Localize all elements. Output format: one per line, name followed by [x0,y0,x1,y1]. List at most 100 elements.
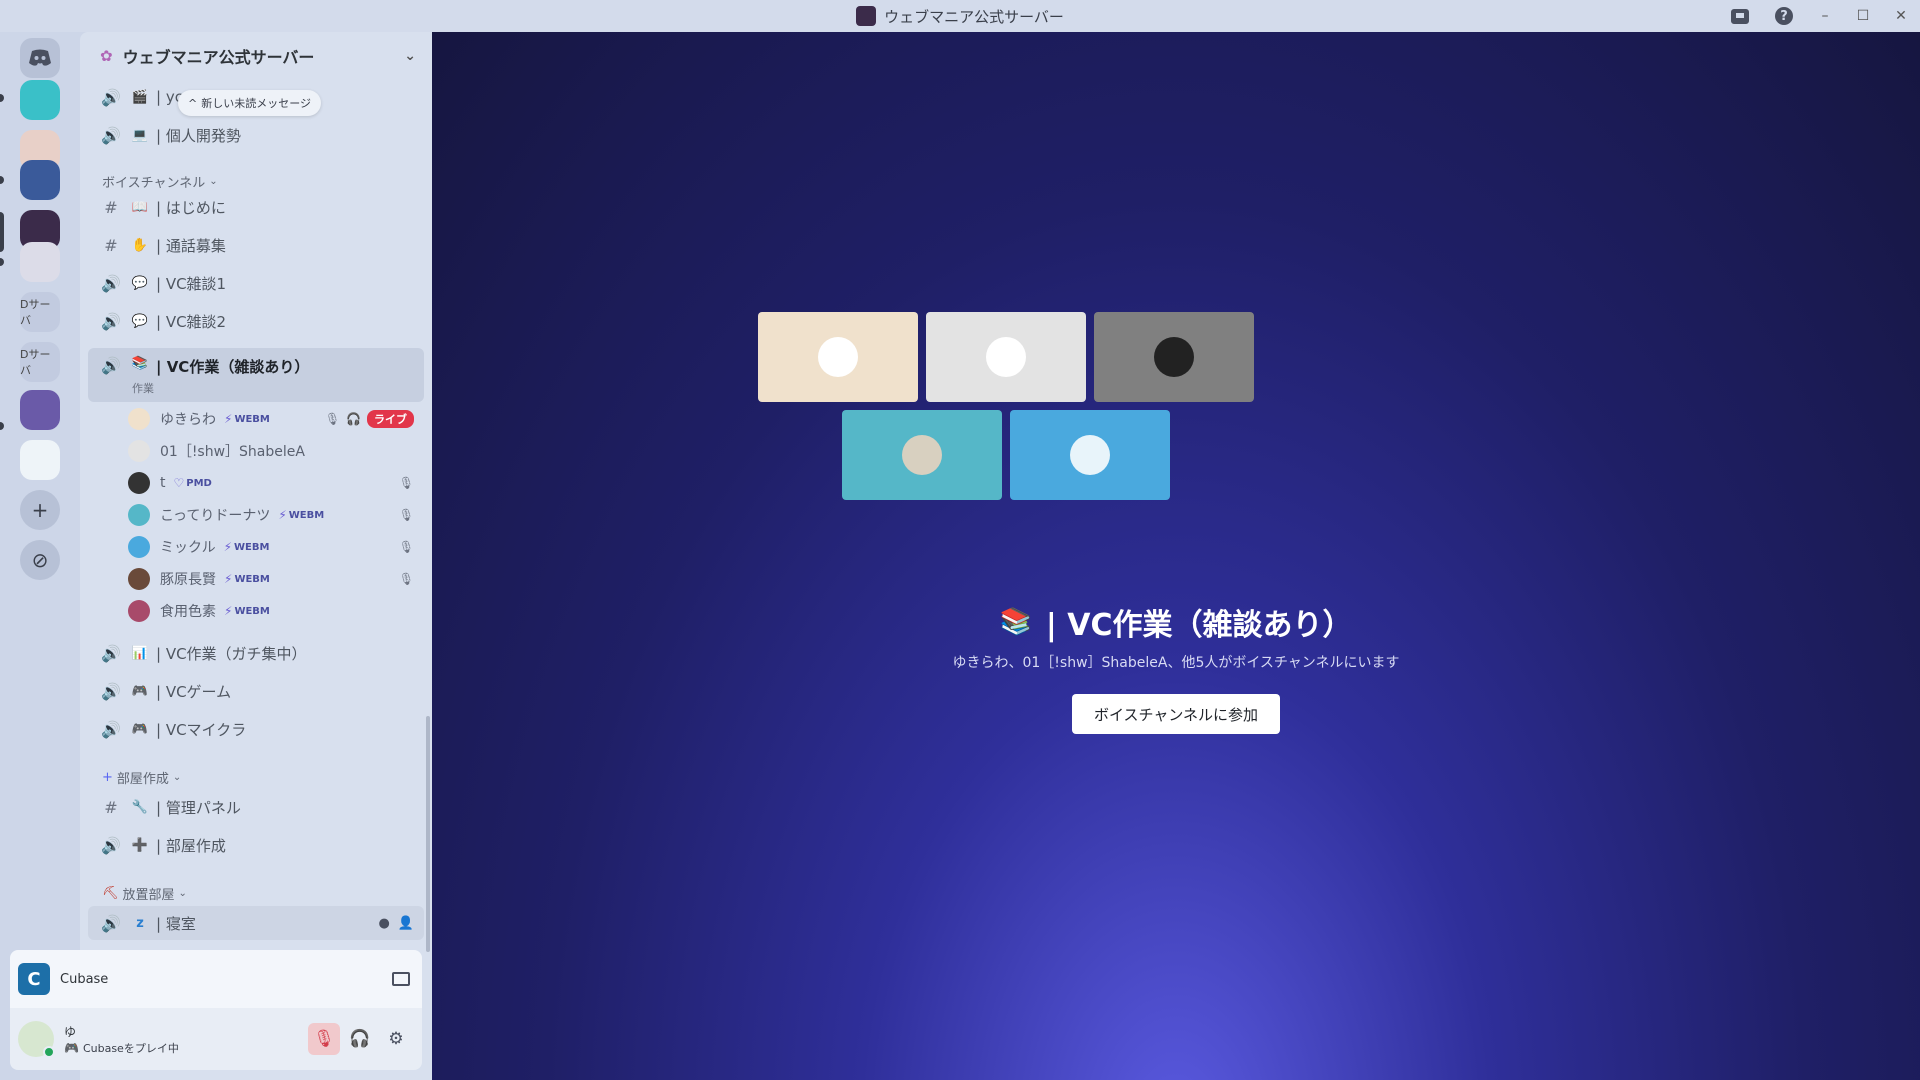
channel-item-active[interactable]: 🔊 📚 | VC作業（雑談あり） 作業 [88,348,424,402]
participant-tile[interactable] [842,410,1002,500]
server-icon-text-2[interactable]: Dサーバ [20,342,60,382]
member-name: 豚原長賢 [160,572,216,588]
headphones-button[interactable]: 🎧 [344,1023,376,1055]
member-name: 食用色素 [160,604,216,620]
voice-member[interactable]: t ♡ PMD 🎙 [128,470,424,496]
mic-muted-icon: 🎙 [324,412,341,426]
channel-name: | 部屋作成 [156,836,226,855]
channel-item[interactable]: 🔊 💬 | VC雑談1 [88,266,424,300]
title-bar: ウェブマニア公式サーバー ? – ☐ ✕ [0,0,1920,32]
avatar[interactable] [18,1021,55,1058]
member-badge: ♡ PMD [174,476,212,490]
window-title-text: ウェブマニア公式サーバー [884,7,1064,26]
channel-item[interactable]: 🔊 🎮 | VCマイクラ [88,712,424,746]
channel-item[interactable]: 🔊 💻 | 個人開発勢 [88,118,424,152]
unread-indicator [0,176,4,184]
voice-channel-icon: 🔊 [101,311,121,331]
discord-home-icon[interactable] [20,38,60,78]
gamepad-icon: 🎮 [64,1040,79,1055]
server-icon-text-label: Dサーバ [20,298,51,327]
channel-item[interactable]: 🔊 📊 | VC作業（ガチ集中） [88,636,424,670]
voice-member[interactable]: 食用色素 ⚡ WEBM [128,598,424,624]
server-icon-1[interactable] [20,80,60,120]
settings-gear-icon[interactable]: ⚙ [380,1023,412,1055]
channel-scrollbar[interactable] [426,716,430,952]
avatar [1070,435,1110,475]
channel-emoji: 🎬 [131,89,149,105]
channel-item[interactable]: 🔊 💬 | VC雑談2 [88,304,424,338]
channel-emoji: 💻 [131,127,149,143]
inbox-icon[interactable] [1718,0,1762,32]
add-server-icon[interactable]: + [20,490,60,530]
channel-item[interactable]: # 📖 | はじめに [88,190,424,224]
close-button[interactable]: ✕ [1882,0,1920,32]
member-name: ミックル [160,540,216,556]
voice-member[interactable]: 豚原長賢 ⚡ WEBM 🎙 [128,566,424,592]
channel-name: | VCゲーム [156,682,232,701]
server-icon-7[interactable] [20,440,60,480]
invite-member-icon[interactable]: 👤 [398,916,414,931]
server-icon-6[interactable] [20,390,60,430]
server-header[interactable]: ✿ ウェブマニア公式サーバー ⌄ [80,32,432,80]
screen-share-icon[interactable] [392,972,410,986]
unread-indicator [0,94,4,102]
category-rooms[interactable]: + 部屋作成 ⌄ [102,768,181,787]
channel-topic: 作業 [132,382,154,395]
voice-member[interactable]: ゆきらわ ⚡ WEBM 🎙 🎧 ライブ [128,406,424,432]
minimize-button[interactable]: – [1806,0,1844,32]
voice-member[interactable]: こってりドーナツ ⚡ WEBM 🎙 [128,502,424,528]
avatar [1154,337,1194,377]
channel-item[interactable]: 🔊 ➕ | 部屋作成 [88,828,424,862]
channel-item[interactable]: 🔊 z | 寝室 ● 👤 [88,906,424,940]
channel-emoji: 📚 [999,607,1032,637]
channel-item[interactable]: # ✋ | 通話募集 [88,228,424,262]
voice-stage: 📚 | VC作業（雑談あり） ゆきらわ、01［!shw］ShabeleA、他5人… [432,32,1920,1080]
help-icon[interactable]: ? [1762,0,1806,32]
user-panel: ゆ 🎮 Cubaseをプレイ中 🎙 🎧 ⚙ [10,1008,422,1070]
online-status-dot [43,1046,55,1058]
member-name: こってりドーナツ [160,508,271,524]
pickaxe-icon: ⛏ [102,886,119,901]
maximize-button[interactable]: ☐ [1844,0,1882,32]
text-channel-icon: # [104,235,118,255]
deafened-icon: 🎧 [346,412,361,426]
member-status-icons: 🎙 [399,540,414,554]
server-icon-5[interactable] [20,242,60,282]
chat-bubble-icon[interactable]: ● [378,916,389,931]
unread-indicator [0,258,4,266]
channel-emoji: 💬 [131,275,149,291]
channel-item[interactable]: # 🔧 | 管理パネル [88,790,424,824]
activity-name: Cubase [60,971,109,987]
new-unread-messages-pill[interactable]: ^ 新しい未読メッセージ [178,90,321,116]
chevron-down-icon: ⌄ [172,772,182,783]
bolt-icon: ⚡ [224,572,233,586]
participant-tile[interactable] [758,312,918,402]
mic-muted-icon: 🎙 [398,476,414,490]
server-icon-3[interactable] [20,160,60,200]
avatar [128,504,150,526]
category-voice-label: ボイスチャンネル [102,176,206,191]
participant-tile[interactable] [1010,410,1170,500]
participant-tile[interactable] [926,312,1086,402]
category-afk[interactable]: ⛏ 放置部屋 ⌄ [102,884,187,903]
voice-member[interactable]: ミックル ⚡ WEBM 🎙 [128,534,424,560]
member-badge: ⚡ WEBM [224,540,270,554]
discover-icon[interactable]: ⊘ [20,540,60,580]
join-voice-button[interactable]: ボイスチャンネルに参加 [1072,694,1280,734]
channel-item[interactable]: 🔊 🎮 | VCゲーム [88,674,424,708]
avatar [128,568,150,590]
voice-channel-icon: 🔊 [101,87,121,107]
avatar [128,472,150,494]
participant-tile[interactable] [1094,312,1254,402]
member-name: ゆきらわ [160,412,216,428]
member-badge: ⚡ WEBM [224,412,270,426]
voice-channel-title: 📚 | VC作業（雑談あり） [432,600,1920,644]
member-status-icons: 🎙 [399,476,414,490]
bolt-icon: ⚡ [224,604,233,618]
category-voice[interactable]: ボイスチャンネル ⌄ [102,172,218,191]
server-boost-icon: ✿ [100,47,113,65]
bolt-icon: ⚡ [223,540,233,554]
mic-muted-button[interactable]: 🎙 [308,1023,340,1055]
server-icon-text-1[interactable]: Dサーバ [20,292,60,332]
voice-member[interactable]: 01［!shw］ShabeleA [128,438,424,464]
